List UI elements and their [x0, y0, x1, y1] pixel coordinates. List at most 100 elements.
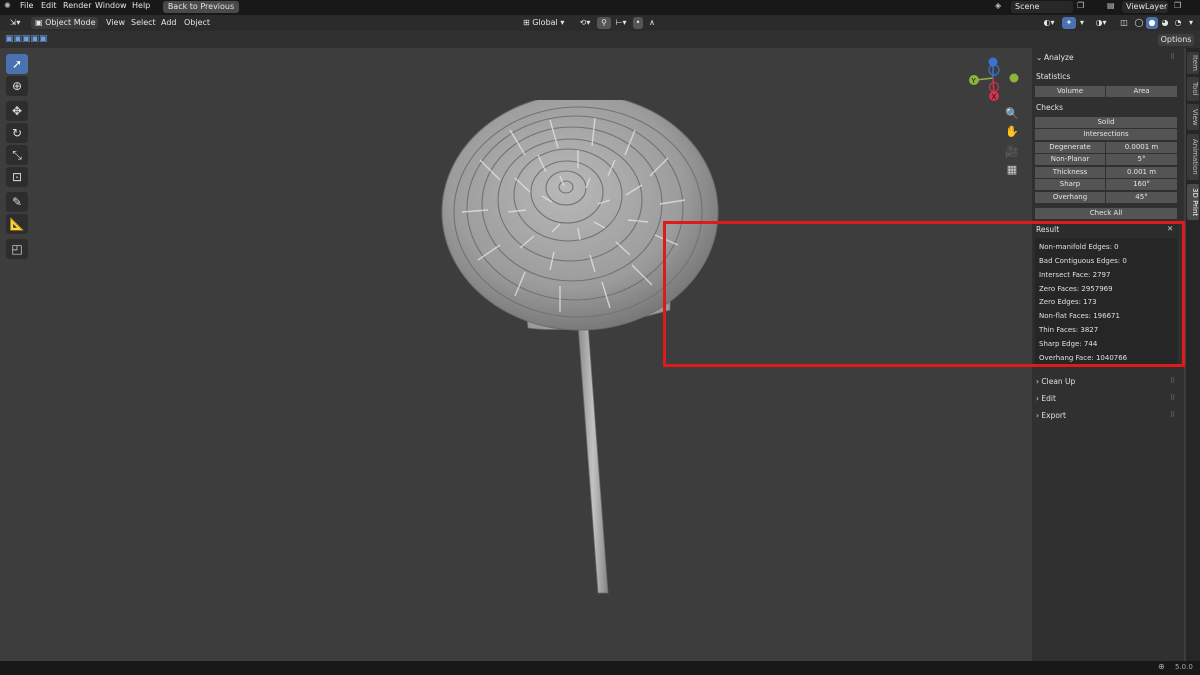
- sidebar-tabs: Item Tool View Animation 3D Print: [1186, 48, 1200, 661]
- viewport-header: ⇲▾ ▣ Object Mode ▾ View Select Add Objec…: [0, 15, 1200, 39]
- rendered-shading-icon[interactable]: ◔: [1172, 17, 1184, 29]
- network-icon: ⊕: [1158, 662, 1165, 671]
- highlight-frame: [663, 221, 1185, 367]
- clean-up-label: Clean Up: [1041, 377, 1076, 386]
- lollipop-stick: [577, 323, 609, 594]
- add-scene-icon[interactable]: ❐: [1077, 1, 1084, 10]
- add-view-layer-icon[interactable]: ❐: [1174, 1, 1181, 10]
- back-to-previous-button[interactable]: Back to Previous: [163, 1, 239, 13]
- options-dropdown[interactable]: Options: [1158, 34, 1194, 46]
- xray-icon[interactable]: ◫: [1118, 17, 1130, 29]
- clean-up-panel-header[interactable]: › Clean Up: [1036, 377, 1075, 386]
- transform-tool-icon[interactable]: ⊡: [6, 167, 28, 187]
- navigation-gizmo[interactable]: Y X: [966, 56, 1024, 106]
- overhang-button[interactable]: Overhang: [1035, 192, 1105, 203]
- sharp-button[interactable]: Sharp: [1035, 179, 1105, 190]
- menu-file[interactable]: File: [20, 1, 33, 10]
- checks-label: Checks: [1036, 103, 1063, 112]
- tab-tool[interactable]: Tool: [1187, 77, 1199, 101]
- menu-add[interactable]: Add: [161, 18, 177, 27]
- edit-label: Edit: [1041, 394, 1056, 403]
- drag-handle-icon[interactable]: ⠿: [1170, 53, 1175, 61]
- chevron-down-icon[interactable]: ⌄: [1036, 53, 1042, 62]
- version-label: 5.0.0: [1175, 663, 1193, 671]
- check-all-button[interactable]: Check All: [1035, 208, 1177, 219]
- gizmo-neg-z-axis[interactable]: [988, 64, 1000, 76]
- non-planar-button[interactable]: Non-Planar: [1035, 154, 1105, 165]
- snap-icon[interactable]: ⚲: [597, 17, 611, 29]
- solid-shading-icon[interactable]: ●: [1146, 17, 1158, 29]
- scene-icon: ◈: [995, 1, 1002, 10]
- scene-field[interactable]: Scene: [1011, 1, 1073, 13]
- degenerate-value-field[interactable]: 0.0001 m: [1106, 142, 1177, 153]
- thickness-value-field[interactable]: 0.001 m: [1106, 167, 1177, 178]
- menu-window[interactable]: Window: [95, 1, 127, 10]
- statistics-label: Statistics: [1036, 72, 1071, 81]
- solid-button[interactable]: Solid: [1035, 117, 1177, 128]
- intersections-button[interactable]: Intersections: [1035, 129, 1177, 140]
- menu-help[interactable]: Help: [132, 1, 150, 10]
- gizmo-toggle-icon[interactable]: ✦: [1062, 17, 1076, 29]
- orientation-icon: ⊞: [523, 18, 530, 27]
- wireframe-shading-icon[interactable]: ◯: [1133, 17, 1145, 29]
- export-panel-header[interactable]: › Export: [1036, 411, 1066, 420]
- pan-hand-icon[interactable]: ✋: [1004, 124, 1020, 140]
- editor-type-icon[interactable]: ⇲▾: [4, 17, 26, 29]
- tab-item[interactable]: Item: [1187, 52, 1199, 74]
- snap-target-icon[interactable]: ⊢▾: [613, 17, 629, 29]
- cursor-tool-icon[interactable]: ⊕: [6, 76, 28, 96]
- analyze-panel-title[interactable]: Analyze: [1044, 53, 1074, 62]
- move-tool-icon[interactable]: ✥: [6, 101, 28, 121]
- tab-animation[interactable]: Animation: [1187, 134, 1199, 180]
- thickness-button[interactable]: Thickness: [1035, 167, 1105, 178]
- volume-button[interactable]: Volume: [1035, 86, 1105, 97]
- area-button[interactable]: Area: [1106, 86, 1177, 97]
- material-shading-icon[interactable]: ◕: [1159, 17, 1171, 29]
- object-mode-dropdown[interactable]: ▣ Object Mode ▾: [31, 17, 98, 39]
- perspective-grid-icon[interactable]: ▦: [1004, 162, 1020, 178]
- non-planar-value-field[interactable]: 5°: [1106, 154, 1177, 165]
- pivot-point-icon[interactable]: ⟲▾: [576, 17, 594, 29]
- drag-handle-icon[interactable]: ⠿: [1170, 411, 1175, 419]
- select-box-tool-icon[interactable]: ➚: [6, 54, 28, 74]
- object-mode-label: Object Mode: [45, 18, 96, 27]
- drag-handle-icon[interactable]: ⠿: [1170, 394, 1175, 402]
- overlay-icon[interactable]: ◑▾: [1092, 17, 1110, 29]
- selection-mode-icons[interactable]: ▣▣▣▣▣: [5, 33, 65, 45]
- gizmo-x-label: X: [992, 93, 997, 101]
- scale-tool-icon[interactable]: ⤡: [6, 145, 28, 165]
- add-cube-tool-icon[interactable]: ◰: [6, 239, 28, 259]
- menu-view[interactable]: View: [106, 18, 125, 27]
- export-label: Export: [1041, 411, 1066, 420]
- status-bar: ⊕ 5.0.0: [0, 661, 1200, 675]
- blender-logo-icon[interactable]: ✺: [4, 1, 11, 10]
- annotate-tool-icon[interactable]: ✎: [6, 192, 28, 212]
- camera-view-icon[interactable]: 🎥: [1004, 144, 1020, 160]
- drag-handle-icon[interactable]: ⠿: [1170, 377, 1175, 385]
- gizmo-neg-y-axis[interactable]: [1009, 73, 1019, 83]
- overhang-value-field[interactable]: 45°: [1106, 192, 1177, 203]
- transform-orientation-dropdown[interactable]: ⊞ Global ▾: [523, 17, 571, 29]
- falloff-icon[interactable]: ∧: [646, 17, 658, 29]
- visibility-icon[interactable]: ◐▾: [1040, 17, 1058, 29]
- gizmo-dropdown-icon[interactable]: ▾: [1078, 17, 1086, 29]
- proportional-edit-icon[interactable]: •: [633, 17, 643, 29]
- menu-object[interactable]: Object: [184, 18, 210, 27]
- top-menu-bar: ✺ File Edit Render Window Help Back to P…: [0, 0, 1200, 15]
- sharp-value-field[interactable]: 160°: [1106, 179, 1177, 190]
- menu-select[interactable]: Select: [131, 18, 156, 27]
- shading-dropdown-icon[interactable]: ▾: [1186, 17, 1196, 29]
- rotate-tool-icon[interactable]: ↻: [6, 123, 28, 143]
- degenerate-button[interactable]: Degenerate: [1035, 142, 1105, 153]
- zoom-icon[interactable]: 🔍: [1004, 106, 1020, 122]
- edit-panel-header[interactable]: › Edit: [1036, 394, 1056, 403]
- view-layer-field[interactable]: ViewLayer: [1122, 1, 1168, 13]
- menu-edit[interactable]: Edit: [41, 1, 57, 10]
- tool-settings-bar: ▣▣▣▣▣ Options: [0, 31, 1200, 48]
- gizmo-y-label: Y: [971, 77, 977, 85]
- tab-view[interactable]: View: [1187, 104, 1199, 130]
- menu-render[interactable]: Render: [63, 1, 91, 10]
- tab-3d-print[interactable]: 3D Print: [1187, 184, 1199, 220]
- measure-tool-icon[interactable]: 📐: [6, 214, 28, 234]
- view-layer-icon: ▤: [1107, 1, 1115, 10]
